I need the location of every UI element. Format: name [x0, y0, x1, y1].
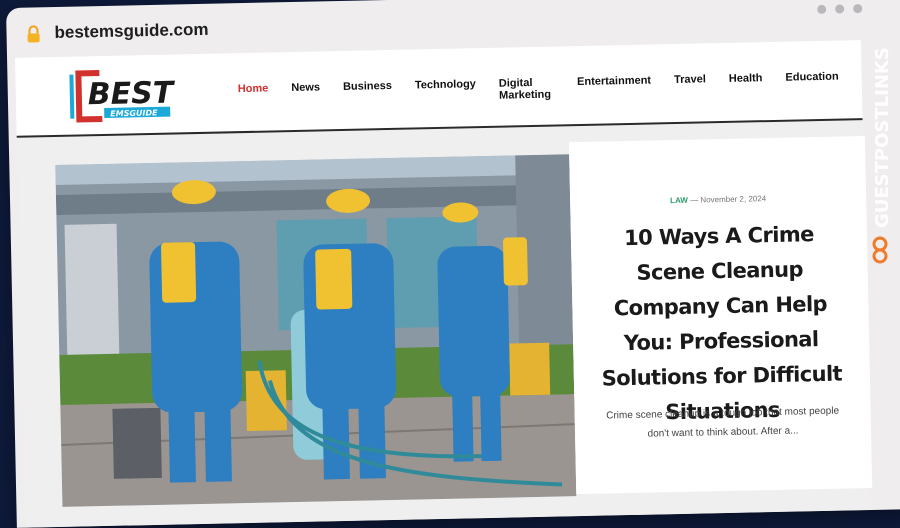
side-brand-text: GUESTPOSTLINKS — [872, 47, 893, 228]
window-dot-icon[interactable] — [853, 4, 863, 14]
browser-window: bestemsguide.com BEST EMSGUIDE Home News… — [6, 0, 900, 528]
featured-image-illustration — [55, 154, 577, 507]
meta-separator: — — [690, 195, 699, 205]
site-logo[interactable]: BEST EMSGUIDE — [65, 62, 196, 129]
nav-item-technology[interactable]: Technology — [415, 78, 476, 103]
website: BEST EMSGUIDE Home News Business Technol… — [15, 40, 873, 528]
window-controls — [817, 4, 863, 15]
link-icon — [872, 236, 888, 264]
article-date: November 2, 2024 — [700, 194, 767, 205]
window-dot-icon[interactable] — [835, 4, 845, 14]
nav-item-business[interactable]: Business — [343, 80, 392, 105]
url-text[interactable]: bestemsguide.com — [54, 20, 208, 43]
main-nav: Home News Business Technology Digital Ma… — [238, 70, 862, 107]
lock-icon — [27, 25, 40, 43]
nav-item-news[interactable]: News — [291, 81, 320, 106]
nav-item-entertainment[interactable]: Entertainment — [577, 75, 651, 101]
window-dot-icon[interactable] — [817, 4, 827, 15]
article-title[interactable]: 10 Ways A Crime Scene Cleanup Company Ca… — [589, 216, 853, 431]
nav-item-health[interactable]: Health — [729, 72, 763, 97]
featured-image[interactable] — [55, 154, 577, 507]
site-header: BEST EMSGUIDE Home News Business Technol… — [15, 40, 863, 138]
nav-item-digital-marketing[interactable]: Digital Marketing — [499, 77, 555, 102]
article-meta: LAW — November 2, 2024 — [570, 192, 866, 207]
nav-item-travel[interactable]: Travel — [674, 73, 706, 98]
article-card[interactable]: LAW — November 2, 2024 10 Ways A Crime S… — [568, 136, 873, 495]
article-category[interactable]: LAW — [670, 196, 688, 205]
nav-item-education[interactable]: Education — [785, 71, 839, 96]
nav-item-home[interactable]: Home — [238, 83, 269, 108]
article-excerpt: Crime scene cleanup is a tough job that … — [606, 405, 840, 440]
guestpostlinks-brand: GUESTPOSTLINKS — [872, 47, 893, 264]
logo-sub-text: EMSGUIDE — [110, 108, 158, 118]
